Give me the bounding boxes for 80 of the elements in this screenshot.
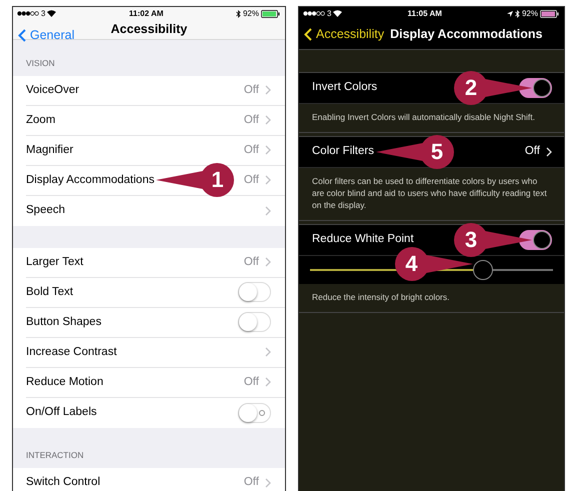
row-label: On/Off Labels: [26, 405, 97, 420]
chevron-icon: [265, 145, 271, 156]
wifi-icon: [333, 10, 342, 17]
back-chevron-icon: [18, 29, 26, 42]
chevron-icon: [265, 257, 271, 268]
bluetooth-icon: [236, 10, 241, 18]
section-header: VISION: [26, 57, 55, 70]
settings-row[interactable]: Bold Text: [13, 278, 285, 308]
chevron-icon: [265, 115, 271, 126]
row-label: Magnifier: [26, 142, 74, 158]
settings-row[interactable]: Increase Contrast: [13, 338, 285, 368]
settings-row[interactable]: Display Accommodations 1 Off: [13, 166, 285, 196]
settings-row[interactable]: Zoom Off: [13, 106, 285, 136]
chevron-icon: [265, 347, 271, 358]
settings-row[interactable]: Button Shapes: [13, 308, 285, 338]
row-value: Off: [244, 374, 259, 390]
chevron-icon: [265, 206, 271, 216]
carrier-text: 3: [41, 8, 46, 20]
status-time: 11:02 AM: [129, 8, 164, 20]
chevron-icon: [265, 478, 271, 488]
footer-note: Color filters can be used to differentiate colors by users who are color blind and aid to users who have difficulty reading text on the display.: [312, 175, 548, 211]
settings-row[interactable]: Color Filters 5 Off: [299, 137, 564, 168]
toggle-switch[interactable]: [519, 78, 552, 98]
signal-icon: [17, 11, 39, 16]
row-label: Invert Colors: [312, 80, 378, 96]
back-button[interactable]: General: [18, 28, 74, 43]
settings-row[interactable]: Reduce Motion Off: [13, 368, 285, 398]
row-value: Off: [244, 254, 259, 270]
nav-title: Display Accommodations: [390, 26, 542, 44]
settings-row[interactable]: VoiceOver Off: [13, 76, 285, 106]
bluetooth-icon: [514, 10, 520, 18]
location-icon: [506, 10, 513, 16]
row-value: Off: [244, 112, 259, 128]
row-value: Off: [244, 142, 259, 158]
back-chevron-icon: [304, 28, 312, 41]
section-header: INTERACTION: [26, 449, 84, 462]
row-value: Off: [244, 172, 259, 188]
settings-row[interactable]: Larger Text Off: [13, 248, 285, 278]
nav-title: Accessibility: [110, 21, 188, 38]
row-label: VoiceOver: [26, 82, 80, 98]
row-label: Button Shapes: [26, 314, 102, 330]
settings-row[interactable]: Magnifier Off: [13, 136, 285, 166]
battery-percent: 92%: [522, 8, 538, 20]
battery-percent: 92%: [242, 8, 259, 20]
row-label: Reduce White Point: [312, 232, 414, 248]
footer-note: Enabling Invert Colors will automatically disable Night Shift.: [312, 111, 536, 123]
settings-row[interactable]: Reduce White Point 3: [299, 225, 564, 256]
settings-row[interactable]: Speech: [13, 196, 285, 226]
chevron-icon: [265, 85, 271, 96]
battery-icon: [260, 10, 281, 18]
row-value: Off: [244, 82, 259, 98]
back-button[interactable]: Accessibility: [304, 25, 384, 44]
row-label: Switch Control: [26, 475, 100, 490]
row-label: Speech: [26, 203, 66, 218]
row-label: Zoom: [26, 112, 56, 128]
row-label: Larger Text: [26, 254, 84, 270]
slider-thumb[interactable]: [472, 260, 493, 280]
row-value: Off: [244, 475, 259, 490]
signal-icon: [303, 11, 325, 16]
step-callout: 1: [156, 163, 234, 198]
step-callout: 4: [394, 247, 473, 281]
row-value: Off: [524, 144, 540, 160]
row-label: Display Accommodations: [26, 172, 154, 188]
settings-row[interactable]: Invert Colors 2: [299, 73, 564, 104]
settings-row[interactable]: On/Off Labels: [13, 398, 285, 428]
chevron-icon: [546, 147, 552, 157]
chevron-icon: [265, 377, 271, 388]
row-label: Reduce Motion: [26, 374, 104, 390]
row-label: Bold Text: [26, 284, 74, 300]
step-callout: 5: [376, 135, 454, 169]
row-label: Increase Contrast: [26, 344, 117, 360]
settings-row[interactable]: Switch Control Off: [13, 468, 285, 491]
battery-icon: [540, 10, 560, 18]
footer-note: Reduce the intensity of bright colors.: [312, 291, 450, 303]
chevron-icon: [265, 175, 271, 186]
carrier-text: 3: [327, 8, 332, 20]
status-time: 11:05 AM: [408, 8, 442, 20]
toggle-switch[interactable]: [519, 230, 552, 250]
wifi-icon: [47, 10, 56, 17]
row-label: Color Filters: [312, 144, 374, 160]
